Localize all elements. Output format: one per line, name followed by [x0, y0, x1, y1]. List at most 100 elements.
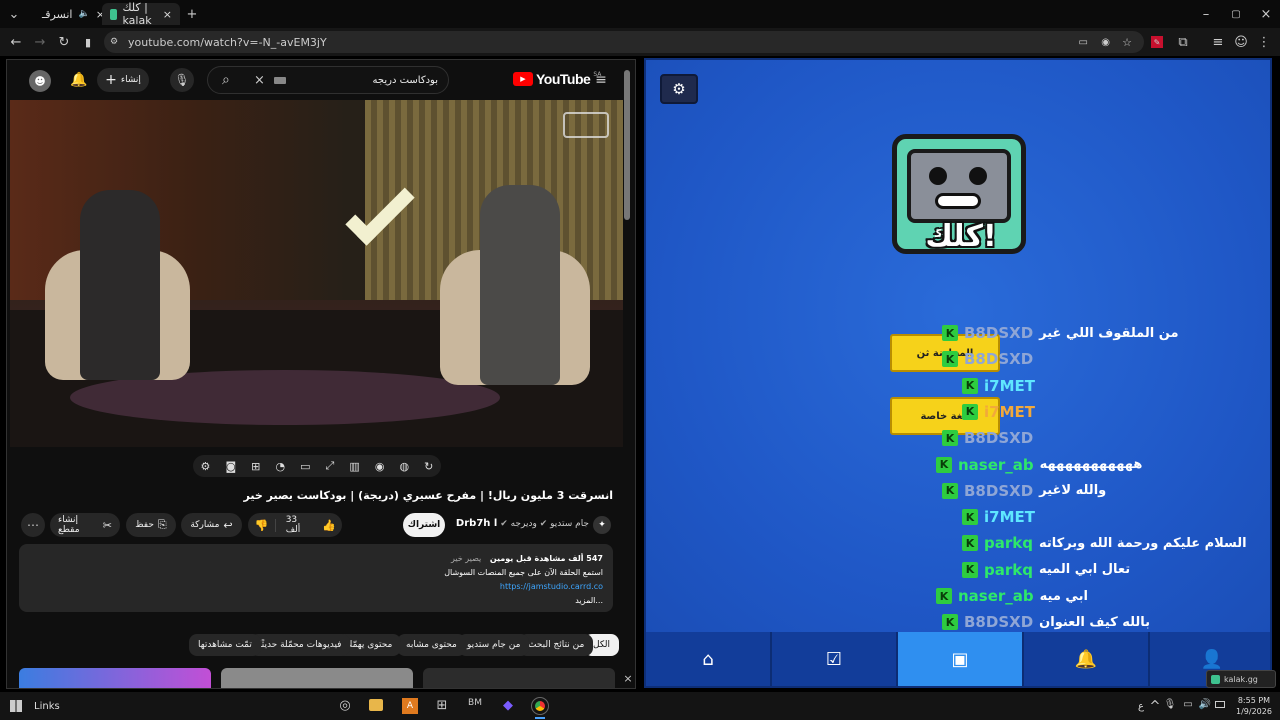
- taskbar-app-1-icon[interactable]: ◎: [337, 698, 353, 713]
- desc-more[interactable]: ...المزيد: [29, 594, 603, 608]
- windows-start-icon[interactable]: [10, 700, 22, 712]
- thumbnail-3[interactable]: [423, 668, 615, 688]
- eye-icon[interactable]: ◉: [375, 460, 385, 473]
- chip-recently-uploaded[interactable]: فيديوهات محمّلة حديثًا: [250, 634, 351, 656]
- media-control-icon[interactable]: ≡: [1210, 35, 1226, 50]
- resize-icon[interactable]: ⤢: [326, 459, 335, 473]
- taskbar-app-5-icon[interactable]: BM: [467, 698, 483, 708]
- taskbar-app-6-icon[interactable]: ◆: [500, 698, 516, 713]
- channel-names[interactable]: جام ستديو ✔ وديرجه ✔ Drb7h l: [456, 518, 589, 529]
- chip-similar[interactable]: محتوى مشابه: [397, 634, 466, 656]
- tab-youtube[interactable]: انسرقـ 🔈 ×: [28, 3, 105, 25]
- video-player[interactable]: [10, 100, 623, 447]
- mute-icon[interactable]: 🔈: [78, 9, 89, 19]
- chat-username[interactable]: B8DSXD: [964, 429, 1033, 447]
- chat-username[interactable]: parkq: [984, 534, 1033, 552]
- speed-icon[interactable]: ◔: [275, 460, 285, 473]
- tab-list-chevron-icon[interactable]: ⌄: [0, 7, 28, 22]
- close-panel-icon[interactable]: ×: [621, 672, 635, 685]
- tab-kalak[interactable]: كلك | kalak ×: [102, 1, 180, 27]
- more-actions-icon[interactable]: ⋯: [21, 513, 45, 537]
- page-scrollbar[interactable]: [624, 70, 630, 220]
- file-explorer-icon[interactable]: [369, 699, 383, 711]
- chrome-icon[interactable]: [531, 697, 549, 715]
- chat-username[interactable]: i7MET: [984, 508, 1035, 526]
- extension-red-icon[interactable]: ✎: [1151, 36, 1163, 48]
- miniplayer-icon[interactable]: ▭: [300, 460, 310, 473]
- create-button[interactable]: + إنشاء: [97, 68, 149, 92]
- like-icon[interactable]: 👍: [316, 519, 342, 532]
- subscribe-button[interactable]: اشتراك: [403, 513, 445, 537]
- chat-username[interactable]: B8DSXD: [964, 482, 1033, 500]
- desc-link[interactable]: https://jamstudio.carrd.co: [29, 580, 603, 594]
- channel-avatar[interactable]: ✦: [593, 516, 611, 534]
- nav-home[interactable]: ▣: [898, 632, 1024, 686]
- address-field[interactable]: ⚙ youtube.com/watch?v=-N_-avEM3jY ▭ ◉ ☆: [104, 31, 1144, 53]
- chat-username[interactable]: i7MET: [984, 377, 1035, 395]
- chat-username[interactable]: parkq: [984, 561, 1033, 579]
- chat-username[interactable]: naser_ab: [958, 456, 1034, 474]
- nav-tasks[interactable]: ☑: [772, 632, 898, 686]
- chip-search-results[interactable]: من نتائج البحث: [519, 634, 594, 656]
- search-icon[interactable]: ⌕: [222, 72, 230, 88]
- keyboard-icon[interactable]: [274, 76, 286, 84]
- clear-search-icon[interactable]: ×: [254, 73, 265, 88]
- loop-icon[interactable]: ↻: [424, 460, 433, 473]
- eye-off-icon[interactable]: ◉: [1101, 37, 1110, 48]
- nav-notifications[interactable]: 🔔: [1024, 632, 1150, 686]
- guide-menu-icon[interactable]: ≡: [593, 72, 609, 88]
- reading-list-icon[interactable]: ▮: [80, 36, 96, 49]
- clock[interactable]: 8:55 PM 1/9/2026: [1236, 695, 1272, 717]
- youtube-logo[interactable]: ▶ YouTube SA: [513, 71, 601, 87]
- language-indicator[interactable]: ع: [1138, 701, 1144, 712]
- forward-icon[interactable]: →: [32, 35, 48, 50]
- voice-search-mic-icon[interactable]: 🎙: [170, 68, 194, 92]
- store-app-icon[interactable]: ⊞: [434, 698, 450, 713]
- settings-button[interactable]: ⚙: [660, 74, 698, 104]
- search-box[interactable]: ⌕ × بودكاست دريجه: [207, 66, 449, 94]
- thumbnail-1[interactable]: [19, 668, 211, 688]
- audio-icon[interactable]: ◍: [400, 460, 410, 473]
- volume-icon[interactable]: 🔊: [1199, 699, 1211, 710]
- search-input[interactable]: بودكاست دريجه: [373, 75, 438, 86]
- bookmark-star-icon[interactable]: ☆: [1122, 36, 1132, 49]
- dislike-icon[interactable]: 👎: [248, 518, 276, 532]
- chat-username[interactable]: B8DSXD: [964, 613, 1033, 631]
- chat-username[interactable]: i7MET: [984, 403, 1035, 421]
- minimize-icon[interactable]: –: [1196, 7, 1216, 22]
- tray-chevron-icon[interactable]: ^: [1150, 699, 1161, 714]
- reload-icon[interactable]: ↻: [56, 35, 72, 50]
- site-info-icon[interactable]: ⚙: [110, 37, 118, 47]
- extensions-puzzle-icon[interactable]: ⧉: [1175, 35, 1191, 50]
- chip-watched[interactable]: تمّت مشاهدتها: [189, 634, 261, 656]
- account-avatar[interactable]: ☻: [29, 70, 51, 92]
- new-tab-icon[interactable]: +: [180, 7, 204, 22]
- notifications-bell-icon[interactable]: 🔔: [69, 70, 89, 90]
- nav-store[interactable]: ⌂: [646, 632, 772, 686]
- cast-icon[interactable]: ▭: [1079, 37, 1088, 48]
- close-tab-icon[interactable]: ×: [163, 8, 172, 21]
- close-window-icon[interactable]: ×: [1256, 7, 1276, 22]
- maximize-icon[interactable]: ▢: [1226, 9, 1246, 20]
- chat-username[interactable]: B8DSXD: [964, 350, 1033, 368]
- back-icon[interactable]: ←: [8, 35, 24, 50]
- taskbar-app-3-icon[interactable]: A: [402, 698, 418, 714]
- clip-button[interactable]: إنشاء مقطع ✂: [50, 513, 120, 537]
- share-button[interactable]: مشاركة ↩: [181, 513, 242, 537]
- chip-jam-studio[interactable]: من جام ستديو: [458, 634, 530, 656]
- description-box[interactable]: 547 ألف مشاهدة قبل يومين يصير خير استمع …: [19, 544, 613, 612]
- thumbnail-2[interactable]: [221, 668, 413, 688]
- chat-username[interactable]: naser_ab: [958, 587, 1034, 605]
- mic-tray-icon[interactable]: 🎙: [1164, 699, 1177, 710]
- profile-avatar-icon[interactable]: ☺: [1233, 35, 1249, 50]
- chat-username[interactable]: B8DSXD: [964, 324, 1033, 342]
- screenshot-icon[interactable]: ◙: [225, 460, 236, 473]
- battery-icon[interactable]: [1215, 701, 1225, 708]
- network-icon[interactable]: ▭: [1182, 699, 1194, 710]
- theater-icon[interactable]: ▥: [349, 460, 359, 473]
- kalak-popup[interactable]: kalak.gg: [1206, 670, 1276, 688]
- save-button[interactable]: حفظ ⎘: [126, 513, 176, 537]
- settings-icon[interactable]: ⚙: [201, 460, 211, 473]
- add-icon[interactable]: ⊞: [251, 460, 260, 473]
- browser-menu-icon[interactable]: ⋮: [1258, 35, 1271, 50]
